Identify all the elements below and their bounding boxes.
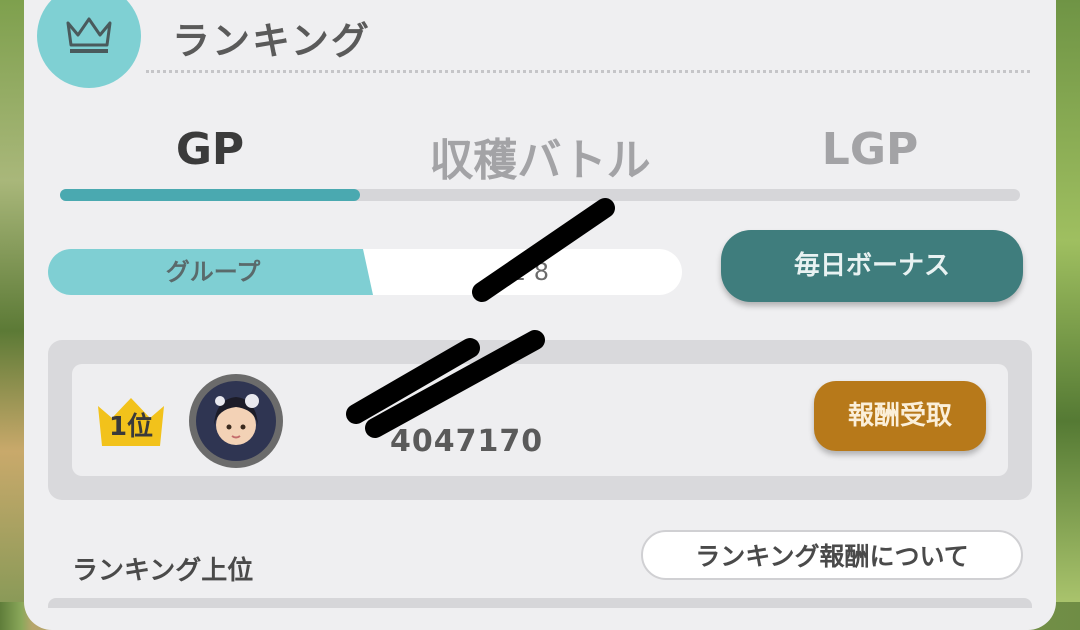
player-avatar[interactable] (189, 374, 283, 468)
tab-harvest-battle[interactable]: 収穫バトル (390, 124, 690, 188)
about-ranking-rewards-button[interactable]: ランキング報酬について (641, 530, 1023, 580)
daily-bonus-button[interactable]: 毎日ボーナス (721, 230, 1023, 302)
rank-label: 1位 (108, 412, 154, 442)
tab-indicator (60, 189, 360, 201)
claim-reward-button[interactable]: 報酬受取 (814, 381, 986, 451)
group-segment-control[interactable]: グループ 2 8 (48, 249, 682, 295)
tab-gp[interactable]: GP (60, 124, 360, 175)
segment-right-label[interactable]: 2 8 (378, 249, 682, 295)
segment-group-label[interactable]: グループ (48, 249, 378, 295)
avatar-portrait-icon (196, 381, 276, 461)
player-score: 4047170 (390, 424, 544, 459)
title-divider (146, 70, 1030, 73)
ranking-list-top-edge (48, 598, 1032, 608)
top-rankings-label: ランキング上位 (72, 556, 254, 586)
page-title: ランキング (172, 19, 371, 63)
crown-icon (62, 11, 116, 61)
tab-lgp[interactable]: LGP (720, 124, 1020, 175)
